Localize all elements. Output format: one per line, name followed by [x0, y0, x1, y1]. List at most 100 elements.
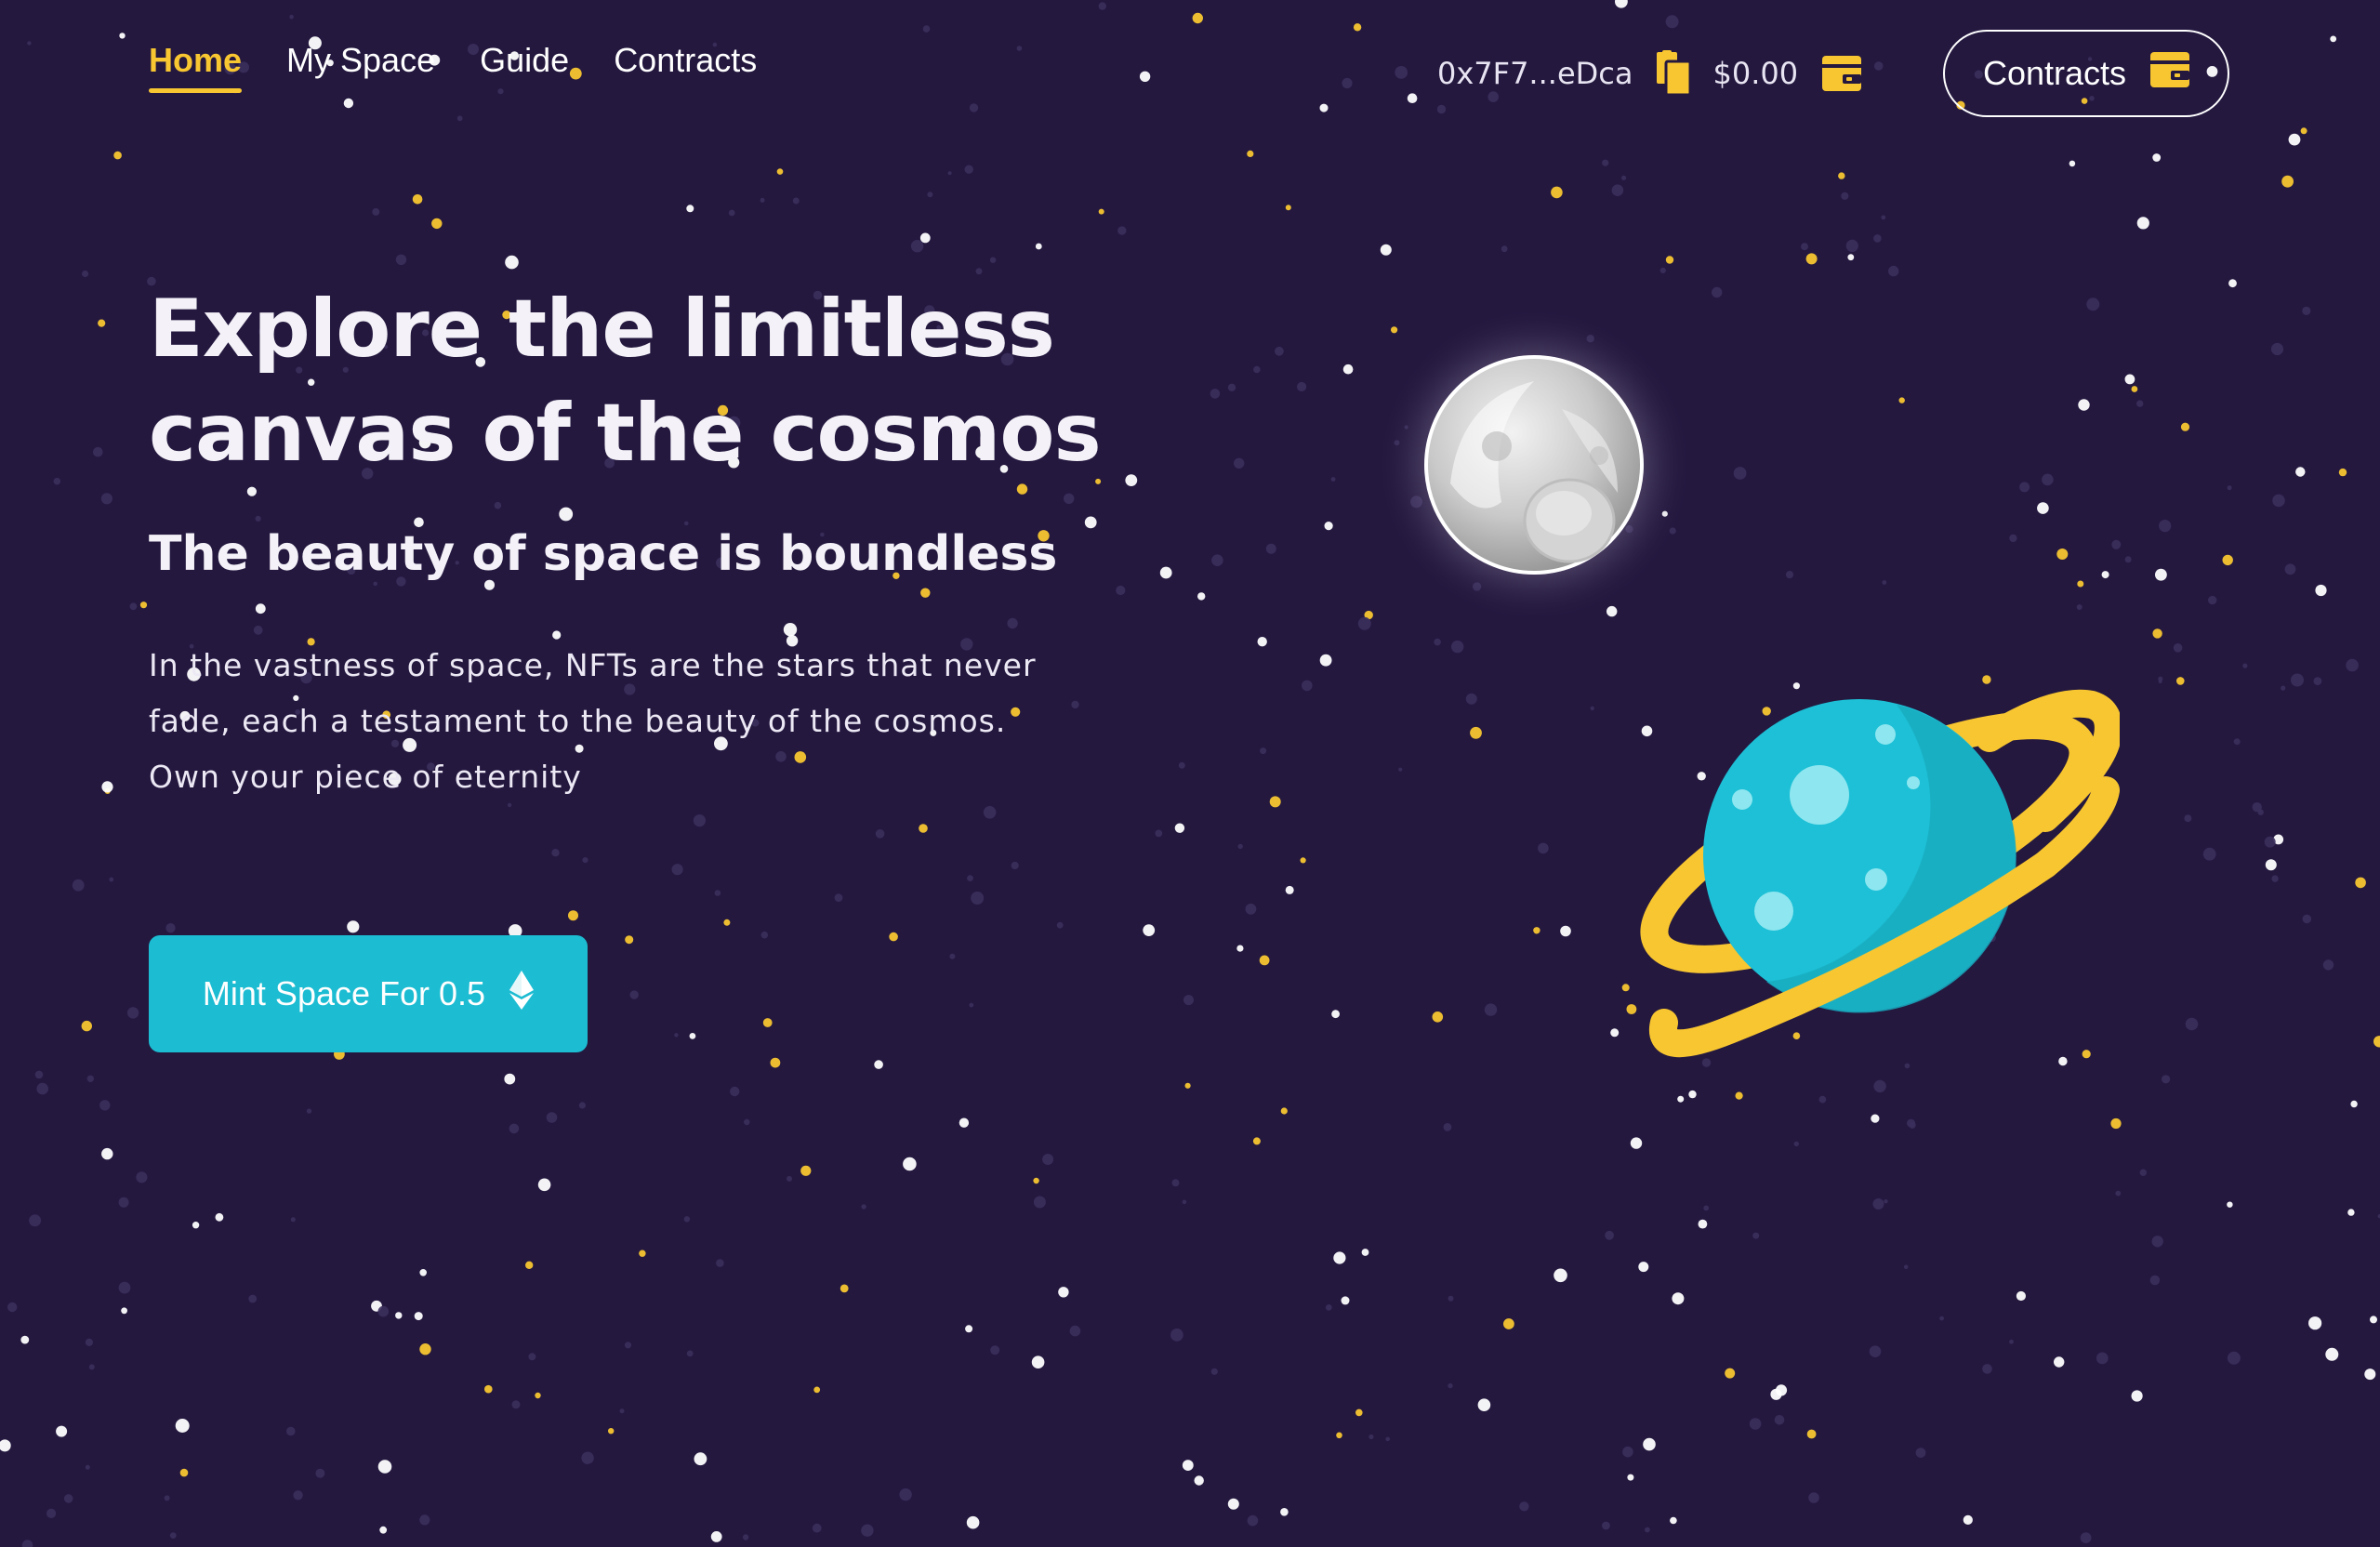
hero-title-line: Explore the limitless [149, 283, 1055, 376]
star [373, 581, 378, 587]
star [1210, 389, 1221, 399]
star [1841, 192, 1849, 200]
nav-my-space[interactable]: My Space [286, 41, 435, 93]
mint-button[interactable]: Mint Space For 0.5 [149, 935, 588, 1052]
star [431, 218, 443, 230]
star [456, 115, 463, 122]
star [578, 1102, 587, 1109]
nav-home[interactable]: Home [149, 41, 243, 93]
star [372, 207, 380, 216]
star [2176, 677, 2185, 685]
nav-contracts[interactable]: Contracts [614, 41, 757, 93]
star [1602, 1521, 1610, 1530]
star [1665, 15, 1679, 29]
star [840, 1284, 849, 1293]
wallet-icon[interactable] [1822, 56, 1862, 91]
star [813, 1386, 821, 1394]
star [2124, 374, 2135, 385]
star [694, 1452, 707, 1466]
star [1174, 823, 1185, 833]
star [1210, 1368, 1218, 1375]
wallet-info: 0x7F7...eDca $0.00 [1437, 50, 1862, 97]
star [1590, 706, 1594, 711]
star [1484, 1003, 1498, 1016]
star [2270, 342, 2284, 356]
contracts-button[interactable]: Contracts [1943, 30, 2229, 117]
star [2077, 580, 2084, 588]
star [1443, 1123, 1452, 1131]
star [2152, 153, 2162, 162]
star [121, 1307, 128, 1315]
star [2009, 1339, 2014, 1344]
star [965, 1325, 973, 1333]
star [2151, 1236, 2163, 1248]
star [1465, 693, 1477, 705]
star [2152, 628, 2162, 639]
star [2355, 877, 2366, 889]
star [1331, 1010, 1340, 1019]
star [723, 919, 731, 926]
star [922, 25, 931, 33]
nav-guide[interactable]: Guide [480, 41, 569, 93]
star [1227, 1498, 1239, 1510]
star [2264, 836, 2276, 848]
copy-icon[interactable] [1655, 50, 1692, 97]
star [93, 446, 103, 457]
star [1098, 2, 1107, 10]
star [2325, 1347, 2339, 1361]
star [1260, 747, 1267, 755]
star [1801, 243, 1808, 251]
star [2139, 1169, 2147, 1176]
star [1194, 1475, 1204, 1486]
star [2131, 1390, 2143, 1402]
star [1319, 654, 1332, 667]
star [1192, 12, 1204, 24]
star [2158, 680, 2162, 683]
star [1084, 516, 1097, 529]
star [82, 270, 89, 278]
star [1245, 903, 1257, 915]
star [2284, 563, 2296, 575]
star [377, 1460, 392, 1474]
star [684, 521, 689, 526]
star [20, 1335, 30, 1344]
star [1432, 1012, 1444, 1023]
star [1247, 1514, 1259, 1527]
star [625, 935, 634, 945]
star [1560, 925, 1571, 937]
star [2313, 677, 2322, 685]
star [1117, 226, 1127, 235]
star [2037, 502, 2049, 514]
star [1884, 1199, 1888, 1204]
star [113, 151, 122, 160]
star [1011, 861, 1019, 870]
star [535, 1392, 541, 1399]
star [1749, 1418, 1762, 1430]
star [1873, 234, 1882, 243]
star [2159, 520, 2172, 533]
star [2227, 485, 2232, 491]
star [674, 1033, 679, 1038]
star [2101, 571, 2109, 579]
star [1324, 522, 1333, 531]
star [179, 1468, 189, 1477]
star [1602, 159, 1609, 166]
star [494, 501, 502, 509]
star [1847, 254, 1855, 261]
star [2346, 658, 2359, 672]
star [834, 893, 843, 902]
star [2295, 467, 2306, 477]
star [1319, 103, 1329, 112]
star [760, 197, 765, 203]
star [1035, 243, 1042, 250]
star [969, 1002, 974, 1008]
star [1871, 1114, 1880, 1123]
star [1501, 245, 1508, 253]
star [119, 33, 126, 39]
star [1355, 1408, 1363, 1417]
star [728, 209, 735, 217]
star [861, 1524, 874, 1537]
star [1069, 1325, 1081, 1337]
star [2350, 1100, 2358, 1108]
mint-button-label: Mint Space For 0.5 [202, 974, 486, 1012]
